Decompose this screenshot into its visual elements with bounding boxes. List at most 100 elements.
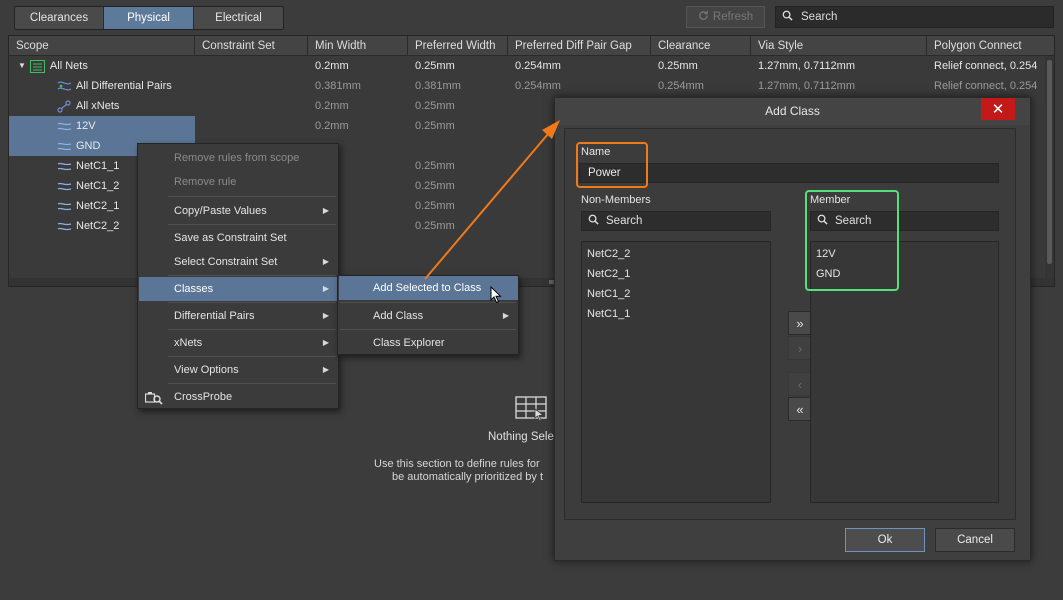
col-header-polygon-connect[interactable]: Polygon Connect (927, 36, 1054, 56)
col-header-min-width[interactable]: Min Width (308, 36, 408, 56)
submenu-arrow-icon: ▶ (502, 311, 509, 320)
menu-item-save-constraint-set[interactable]: Save as Constraint Set (139, 226, 338, 250)
net-icon (56, 219, 72, 233)
submenu-arrow-icon: ▶ (322, 311, 329, 320)
menu-separator (340, 329, 516, 330)
clearance-cell[interactable]: 0.254mm (651, 76, 704, 96)
table-row[interactable]: ▼ All Nets 0.2mm 0.25mm 0.254mm 0.25mm 1… (9, 56, 1054, 76)
close-icon: ✕ (991, 101, 1005, 118)
scrollbar-thumb[interactable] (1047, 60, 1052, 264)
menu-item-label: Select Constraint Set (174, 256, 278, 268)
vertical-scrollbar[interactable] (1045, 56, 1054, 280)
min-width-cell[interactable]: 0.2mm (308, 56, 349, 76)
non-members-search-input[interactable]: Search (581, 211, 771, 231)
grid-header: Scope Constraint Set Min Width Preferred… (9, 36, 1054, 56)
refresh-icon (698, 10, 709, 24)
menu-item-label: Add Class (373, 310, 424, 322)
pref-width-cell[interactable]: 0.25mm (408, 176, 455, 196)
pref-width-cell[interactable]: 0.25mm (408, 96, 455, 116)
scope-label: 12V (76, 120, 96, 132)
diff-gap-cell[interactable]: 0.254mm (508, 56, 561, 76)
tab-physical[interactable]: Physical (104, 7, 194, 29)
net-icon (56, 199, 72, 213)
table-row[interactable]: All Differential Pairs 0.381mm 0.381mm 0… (9, 76, 1054, 96)
col-header-scope[interactable]: Scope (9, 36, 195, 56)
expand-arrow-icon[interactable]: ▼ (18, 56, 26, 76)
search-input[interactable]: Search (775, 6, 1054, 28)
chevron-right-icon: › (797, 340, 803, 356)
refresh-button[interactable]: Refresh (686, 6, 765, 28)
move-all-right-button[interactable]: » (788, 311, 812, 335)
min-width-cell[interactable]: 0.381mm (308, 76, 361, 96)
pref-width-cell[interactable]: 0.25mm (408, 216, 455, 236)
list-item[interactable]: NetC1_1 (587, 308, 630, 320)
submenu-arrow-icon: ▶ (322, 365, 329, 374)
col-header-constraint-set[interactable]: Constraint Set (195, 36, 308, 56)
pref-width-cell[interactable]: 0.25mm (408, 116, 455, 136)
scope-label: All Nets (49, 60, 88, 72)
pref-width-cell[interactable]: 0.25mm (408, 196, 455, 216)
table-select-icon (515, 396, 549, 425)
pref-width-cell[interactable]: 0.381mm (408, 76, 461, 96)
non-members-list[interactable]: NetC2_2 NetC2_1 NetC1_2 NetC1_1 (581, 241, 771, 503)
col-header-via-style[interactable]: Via Style (751, 36, 927, 56)
refresh-label: Refresh (712, 11, 754, 23)
menu-item-select-constraint-set[interactable]: Select Constraint Set ▶ (139, 250, 338, 274)
clearance-cell[interactable]: 0.25mm (651, 56, 698, 76)
col-header-preferred-width[interactable]: Preferred Width (408, 36, 508, 56)
menu-item-xnets[interactable]: xNets ▶ (139, 331, 338, 355)
polygon-cell[interactable]: Relief connect, 0.254 (927, 56, 1047, 76)
net-icon (56, 159, 72, 173)
menu-item-differential-pairs[interactable]: Differential Pairs ▶ (139, 304, 338, 328)
submenu-arrow-icon: ▶ (322, 338, 329, 347)
list-item[interactable]: NetC2_2 (587, 248, 630, 260)
close-button[interactable]: ✕ (981, 98, 1015, 120)
net-icon (56, 119, 72, 133)
menu-separator (168, 302, 336, 303)
dialog-body: Name Power Non-Members Search NetC2_2 Ne… (564, 128, 1016, 520)
menu-separator (168, 224, 336, 225)
ok-button[interactable]: Ok (845, 528, 925, 552)
cancel-button[interactable]: Cancel (935, 528, 1015, 552)
move-left-button[interactable]: ‹ (788, 372, 812, 396)
search-placeholder: Search (801, 11, 838, 23)
empty-state-title: Nothing Sele (488, 431, 554, 443)
menu-separator (168, 329, 336, 330)
add-class-dialog: Add Class ✕ Name Power Non-Members Searc… (554, 97, 1031, 561)
menu-separator (168, 356, 336, 357)
scope-label: NetC1_2 (76, 180, 120, 192)
min-width-cell[interactable]: 0.2mm (308, 116, 349, 136)
tab-clearances[interactable]: Clearances (15, 7, 104, 29)
via-style-cell[interactable]: 1.27mm, 0.7112mm (751, 76, 855, 96)
menu-item-classes[interactable]: Classes ▶ (139, 277, 338, 301)
menu-item-class-explorer[interactable]: Class Explorer (339, 331, 518, 355)
double-chevron-left-icon: « (796, 401, 804, 417)
min-width-cell[interactable]: 0.2mm (308, 96, 349, 116)
menu-separator (168, 383, 336, 384)
menu-item-label: Classes (174, 283, 214, 295)
move-right-button[interactable]: › (788, 336, 812, 360)
pref-width-cell[interactable]: 0.25mm (408, 56, 455, 76)
list-item[interactable]: NetC1_2 (587, 288, 630, 300)
menu-item-crossprobe[interactable]: CrossProbe (139, 385, 338, 409)
net-icon (56, 179, 72, 193)
pref-width-cell[interactable]: 0.25mm (408, 156, 455, 176)
diff-gap-cell[interactable]: 0.254mm (508, 76, 561, 96)
menu-item-remove-rules-from-scope[interactable]: Remove rules from scope (139, 146, 338, 170)
submenu-arrow-icon: ▶ (322, 284, 329, 293)
move-all-left-button[interactable]: « (788, 397, 812, 421)
menu-item-remove-rule[interactable]: Remove rule (139, 170, 338, 194)
menu-item-copy-paste-values[interactable]: Copy/Paste Values ▶ (139, 199, 338, 223)
menu-item-view-options[interactable]: View Options ▶ (139, 358, 338, 382)
menu-item-label: View Options (174, 364, 239, 376)
tab-electrical[interactable]: Electrical (194, 7, 283, 29)
list-item[interactable]: NetC2_1 (587, 268, 630, 280)
polygon-cell[interactable]: Relief connect, 0.254 (927, 76, 1047, 96)
menu-item-add-class[interactable]: Add Class ▶ (339, 304, 518, 328)
col-header-diff-pair-gap[interactable]: Preferred Diff Pair Gap (508, 36, 651, 56)
via-style-cell[interactable]: 1.27mm, 0.7112mm (751, 56, 855, 76)
rule-type-tabs: Clearances Physical Electrical (14, 6, 284, 30)
col-header-clearance[interactable]: Clearance (651, 36, 751, 56)
menu-item-label: CrossProbe (174, 391, 233, 403)
search-placeholder: Search (606, 215, 643, 227)
